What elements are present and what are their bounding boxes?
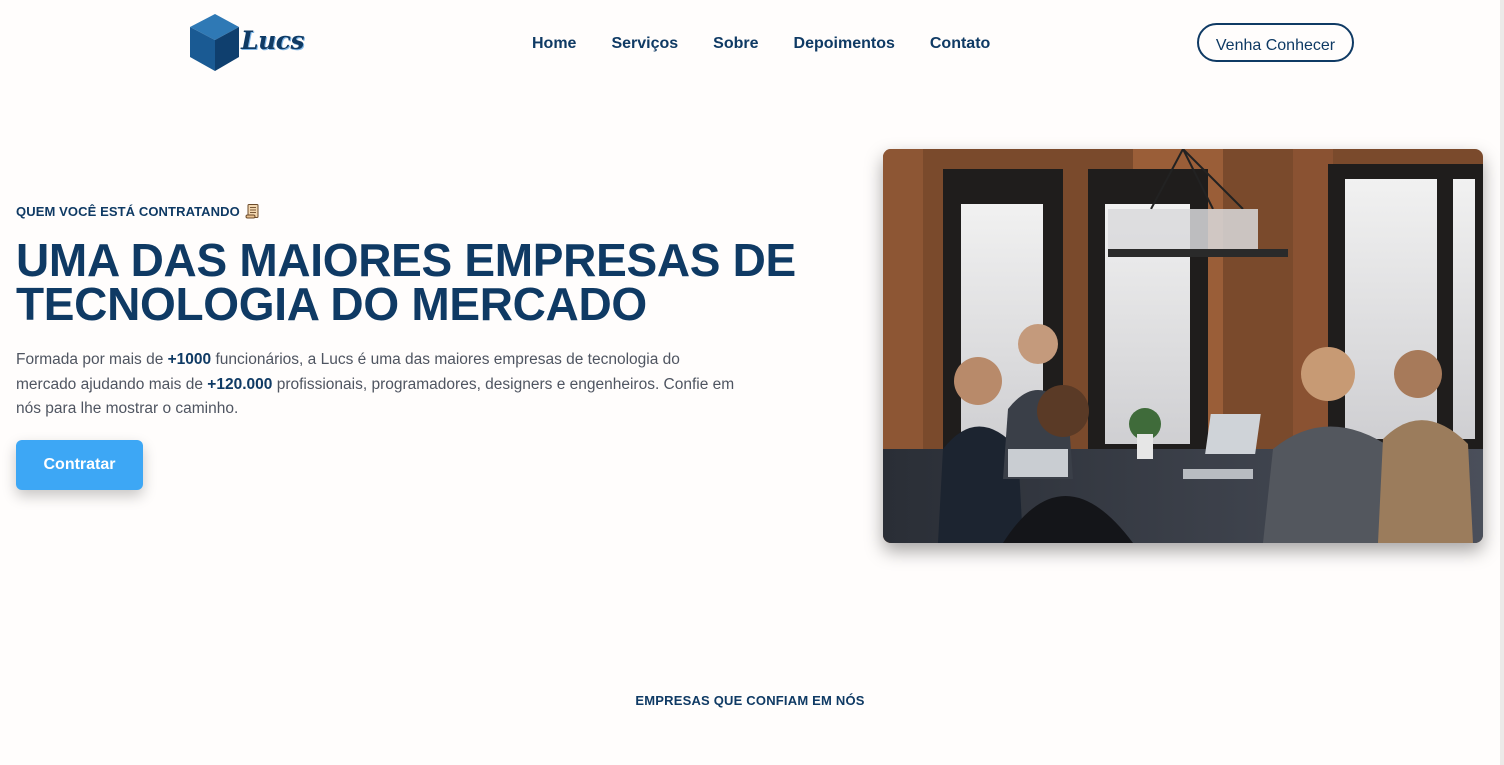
site-header: Lucs Home Serviços Sobre Depoimentos Con…	[0, 0, 1504, 90]
main-nav: Home Serviços Sobre Depoimentos Contato	[532, 34, 990, 54]
employee-count: +1000	[167, 351, 212, 368]
brand-logo[interactable]: Lucs	[187, 12, 305, 74]
nav-servicos[interactable]: Serviços	[611, 34, 678, 54]
nav-home[interactable]: Home	[532, 34, 576, 54]
hero-description: Formada por mais de +1000 funcionários, …	[16, 348, 736, 422]
team-meeting-photo	[883, 149, 1483, 543]
nav-sobre[interactable]: Sobre	[713, 34, 758, 54]
hero-text-part: Formada por mais de	[16, 351, 168, 368]
venha-conhecer-button[interactable]: Venha Conhecer	[1197, 23, 1354, 62]
team-meeting-image	[883, 149, 1483, 543]
brand-name: Lucs	[241, 26, 305, 55]
scroll-icon	[245, 204, 259, 219]
hero-eyebrow: QUEM VOCÊ ESTÁ CONTRATANDO	[16, 203, 261, 219]
hero-eyebrow-text: QUEM VOCÊ ESTÁ CONTRATANDO	[16, 203, 240, 219]
trust-section-title: EMPRESAS QUE CONFIAM EM NÓS	[635, 693, 865, 708]
contratar-button[interactable]: Contratar	[16, 440, 143, 490]
nav-contato[interactable]: Contato	[930, 34, 990, 54]
hero-title-line-2: TECNOLOGIA DO MERCADO	[16, 278, 647, 330]
cube-logo-icon	[190, 14, 239, 71]
professional-count: +120.000	[207, 375, 273, 393]
hero-title: UMA DAS MAIORES EMPRESAS DE TECNOLOGIA D…	[16, 237, 816, 327]
nav-depoimentos[interactable]: Depoimentos	[794, 34, 895, 54]
page-scrollbar[interactable]	[1500, 0, 1504, 765]
